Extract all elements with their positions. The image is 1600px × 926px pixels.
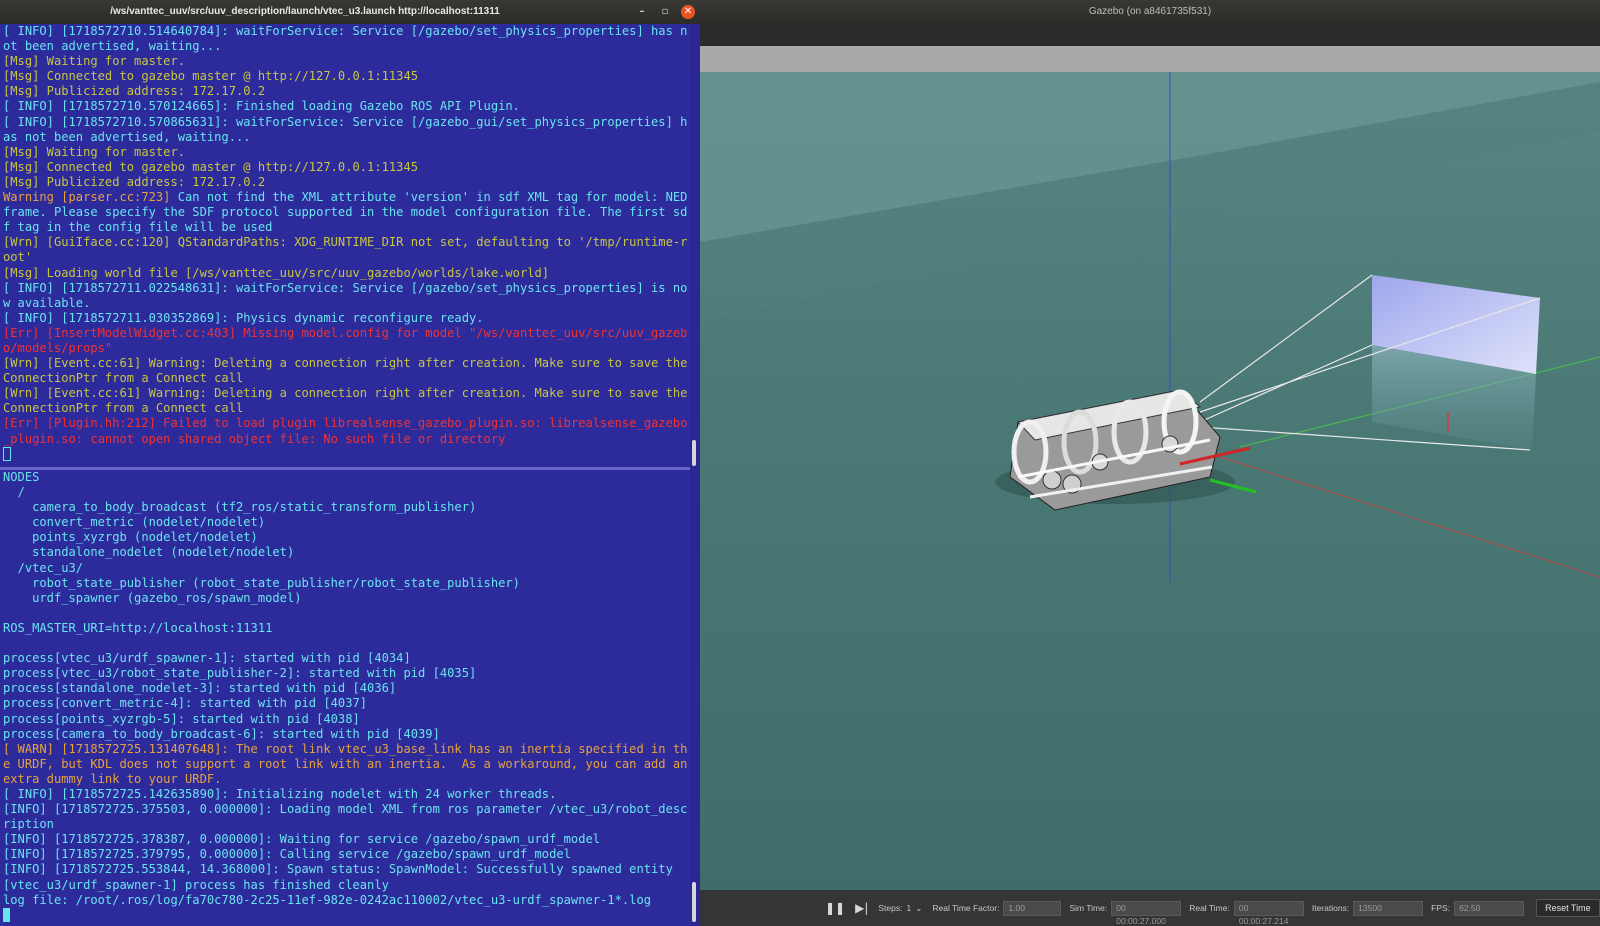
terminal-line: [Msg] Publicized address: 172.17.0.2 (3, 84, 266, 99)
terminal-pane-bottom[interactable]: NODES / camera_to_body_broadcast (tf2_ro… (0, 470, 690, 926)
terminal-line: ROS_MASTER_URI=http://localhost:11311 (3, 620, 273, 635)
terminal-line: /vtec_u3/ (3, 560, 84, 575)
terminal-line: [ INFO] [1718572725.142635890]: Initiali… (3, 786, 557, 801)
pause-icon[interactable]: ❚❚ (825, 901, 845, 915)
step-icon[interactable]: ▶| (855, 901, 868, 915)
reset-time-button[interactable]: Reset Time (1536, 899, 1600, 917)
terminal-line: [Msg] Waiting for master. (3, 54, 186, 69)
terminal-titlebar[interactable]: /ws/vanttec_uuv/src/uuv_description/laun… (0, 0, 700, 24)
gazebo-titlebar[interactable]: Gazebo (on a8461735f531) (700, 0, 1600, 24)
terminal-line: process[convert_metric-4]: started with … (3, 696, 368, 711)
fps-label: FPS: (1431, 903, 1451, 913)
terminal-line: [Msg] Publicized address: 172.17.0.2 (3, 174, 266, 189)
terminal-line: [ WARN] [1718572725.131407648]: The root… (3, 741, 688, 786)
text-cursor (3, 908, 10, 923)
gazebo-toolbar[interactable] (700, 46, 1600, 74)
terminal-line: process[vtec_u3/robot_state_publisher-2]… (3, 666, 477, 681)
terminal-line: [Wrn] [Event.cc:61] Warning: Deleting a … (3, 386, 688, 416)
log-prefix: Warning [parser.cc:723] (3, 190, 178, 205)
terminal-line: [ INFO] [1718572710.570865631]: waitForS… (3, 114, 688, 144)
gazebo-menubar[interactable] (700, 24, 1600, 46)
steps-label: Steps: (878, 903, 903, 913)
iterations-label: Iterations: (1311, 903, 1350, 913)
steps-value[interactable]: 1 (907, 903, 912, 913)
terminal-line: [INFO] [1718572725.375503, 0.000000]: Lo… (3, 802, 688, 832)
close-icon[interactable]: ✕ (681, 5, 695, 19)
scrollbar-thumb-bottom[interactable] (692, 882, 696, 922)
minimize-icon[interactable]: – (635, 5, 649, 19)
real-time-field: 00 00:00:27.214 (1233, 900, 1304, 926)
sim-time-field: 00 00:00:27.000 (1111, 900, 1182, 926)
rtf-field: 1.00 (1003, 900, 1062, 916)
terminal-line: convert_metric (nodelet/nodelet) (3, 515, 266, 530)
terminal-window[interactable]: /ws/vanttec_uuv/src/uuv_description/laun… (0, 0, 700, 926)
terminal-line: [Wrn] [GuiIface.cc:120] QStandardPaths: … (3, 235, 688, 265)
terminal-line: [ INFO] [1718572710.514640784]: waitForS… (3, 24, 688, 54)
fps-field: 62.50 (1454, 900, 1525, 916)
terminal-title: /ws/vanttec_uuv/src/uuv_description/laun… (110, 6, 500, 17)
terminal-line: process[vtec_u3/urdf_spawner-1]: started… (3, 651, 411, 666)
terminal-line: [Err] [Plugin.hh:212] Failed to load plu… (3, 416, 688, 446)
terminal-line: [Err] [InsertModelWidget.cc:403] Missing… (3, 325, 688, 355)
terminal-line: / (3, 485, 25, 500)
terminal-pane-top[interactable]: [ INFO] [1718572710.514640784]: waitForS… (0, 24, 690, 467)
gazebo-time-panel: ❚❚ ▶| Steps: 1 ⌄ Real Time Factor: 1.00 … (700, 890, 1600, 926)
sim-time-label: Sim Time: (1069, 903, 1108, 913)
terminal-line: standalone_nodelet (nodelet/nodelet) (3, 545, 295, 560)
rtf-label: Real Time Factor: (932, 903, 1000, 913)
terminal-line: [ INFO] [1718572711.030352869]: Physics … (3, 310, 484, 325)
text-cursor (3, 447, 11, 462)
terminal-line: process[standalone_nodelet-3]: started w… (3, 681, 397, 696)
terminal-line: [INFO] [1718572725.553844, 14.368000]: S… (3, 862, 673, 877)
iterations-field: 13500 (1353, 900, 1424, 916)
terminal-line: [Msg] Connected to gazebo master @ http:… (3, 69, 419, 84)
terminal-line: [INFO] [1718572725.378387, 0.000000]: Wa… (3, 832, 601, 847)
gazebo-window[interactable]: Gazebo (on a8461735f531) ❚❚ ▶| Steps: 1 … (700, 0, 1600, 926)
terminal-line: NODES (3, 470, 40, 484)
terminal-line: log file: /root/.ros/log/fa70c780-2c25-1… (3, 892, 652, 907)
terminal-line: [Msg] Connected to gazebo master @ http:… (3, 159, 419, 174)
terminal-line: process[camera_to_body_broadcast-6]: sta… (3, 726, 440, 741)
steps-dropdown-icon[interactable]: ⌄ (915, 903, 922, 914)
terminal-line: Warning [parser.cc:723] Can not find the… (0, 190, 690, 235)
terminal-prompt-line[interactable] (0, 447, 690, 462)
terminal-line: [vtec_u3/urdf_spawner-1] process has fin… (3, 877, 389, 892)
terminal-line: urdf_spawner (gazebo_ros/spawn_model) (3, 590, 302, 605)
gazebo-3d-viewport[interactable] (700, 72, 1600, 890)
scrollbar-thumb-top[interactable] (692, 440, 696, 466)
terminal-line: robot_state_publisher (robot_state_publi… (3, 575, 520, 590)
terminal-line: [Msg] Waiting for master. (3, 144, 186, 159)
terminal-line: points_xyzrgb (nodelet/nodelet) (3, 530, 258, 545)
terminal-line: [INFO] [1718572725.379795, 0.000000]: Ca… (3, 847, 571, 862)
maximize-icon[interactable]: ▫ (658, 5, 672, 19)
terminal-prompt-line[interactable] (0, 908, 690, 923)
terminal-line: [ INFO] [1718572710.570124665]: Finished… (3, 99, 520, 114)
terminal-line: process[points_xyzrgb-5]: started with p… (3, 711, 360, 726)
terminal-line: [ INFO] [1718572711.022548631]: waitForS… (3, 280, 688, 310)
terminal-line: [Msg] Loading world file [/ws/vanttec_uu… (3, 265, 550, 280)
terminal-scroll-track (690, 24, 700, 926)
terminal-line: [Wrn] [Event.cc:61] Warning: Deleting a … (3, 356, 688, 386)
terminal-line: camera_to_body_broadcast (tf2_ros/static… (3, 500, 477, 515)
real-time-label: Real Time: (1189, 903, 1230, 913)
